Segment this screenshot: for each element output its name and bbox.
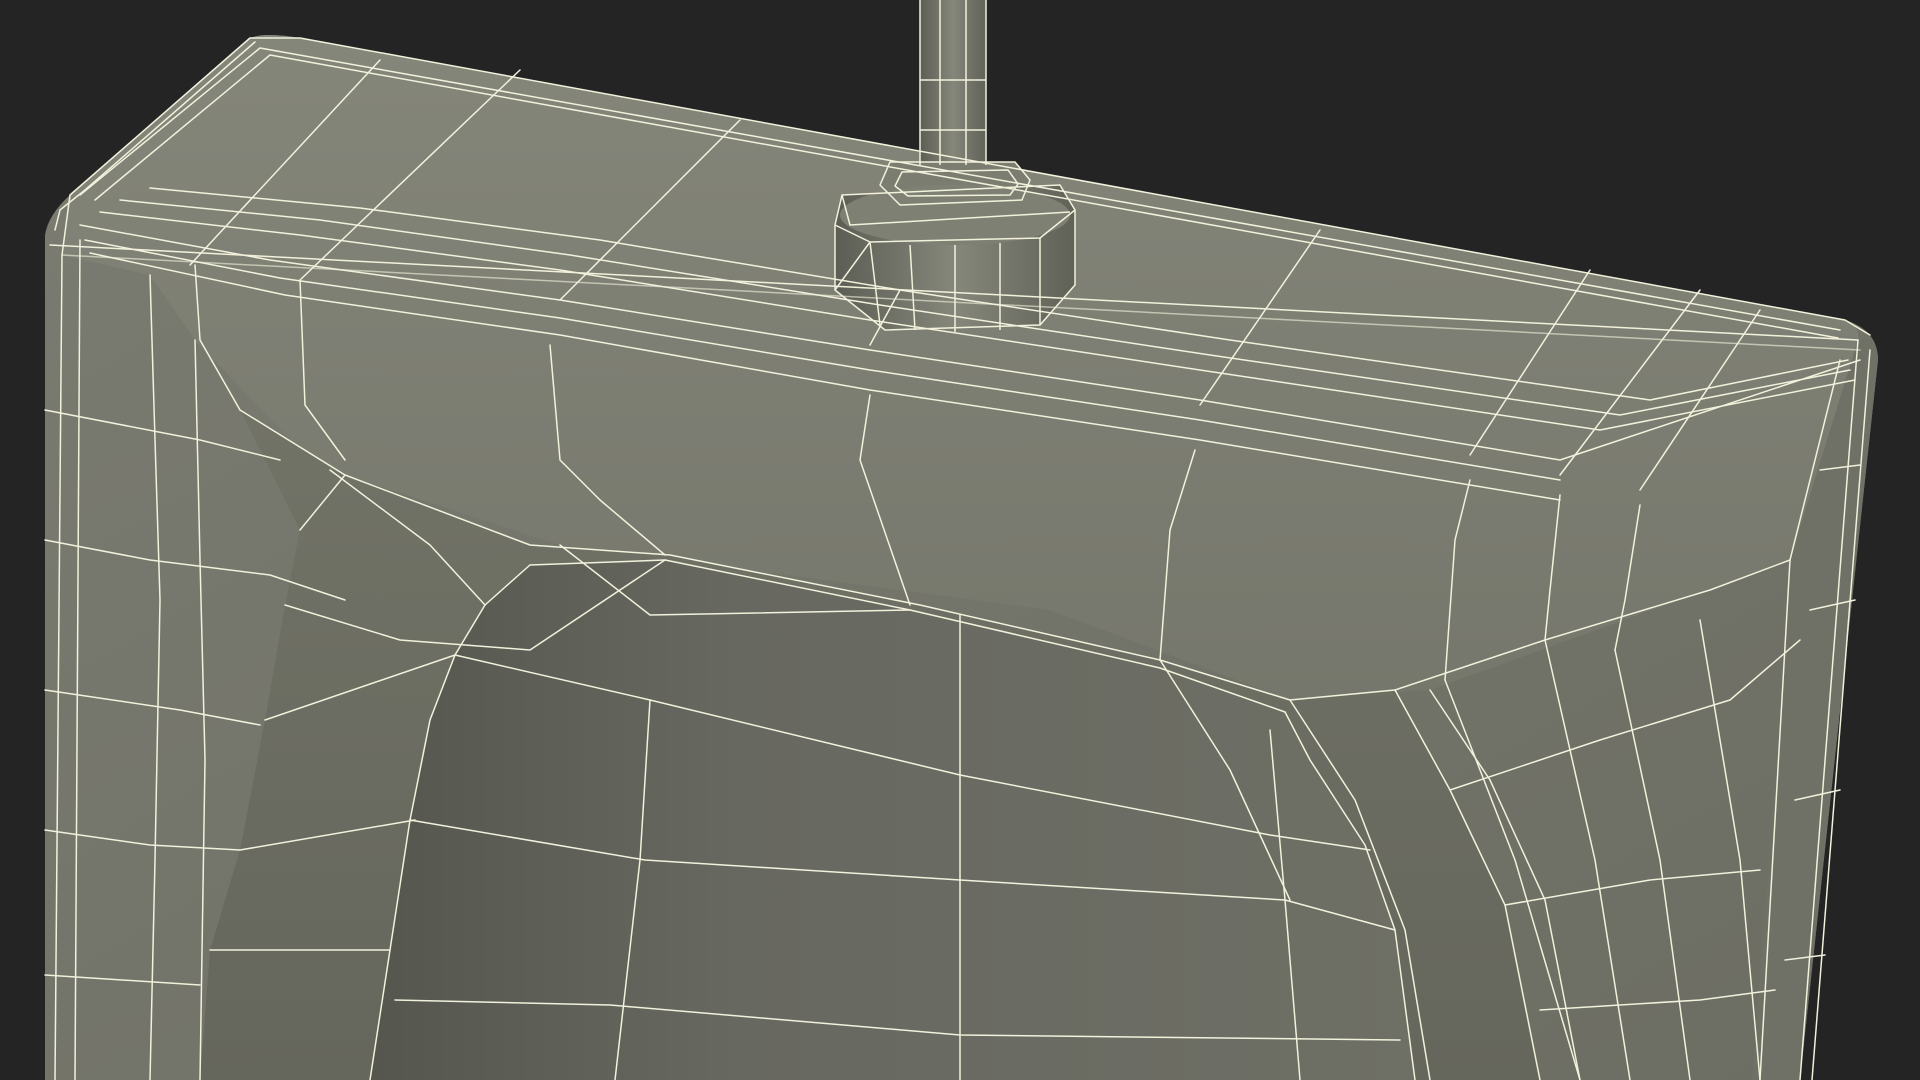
render-viewport — [0, 0, 1920, 1080]
urinal-wireframe-render — [44, 0, 1878, 1080]
